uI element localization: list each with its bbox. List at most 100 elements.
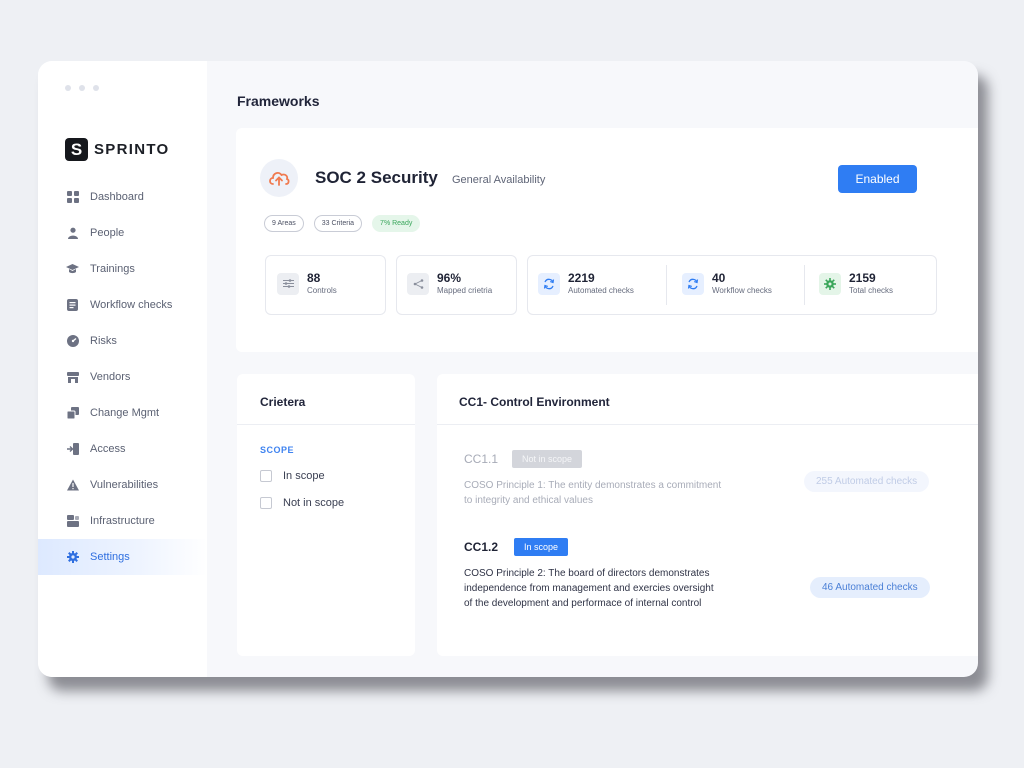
sidebar-item-vendors[interactable]: Vendors (38, 359, 207, 395)
server-icon (66, 515, 79, 528)
window-controls (65, 85, 99, 91)
logo-text: SPRINTO (94, 141, 170, 158)
sidebar-item-label: Infrastructure (90, 515, 155, 527)
framework-card: SOC 2 Security General Availability Enab… (236, 128, 978, 352)
stat-label: Mapped crietria (437, 286, 493, 295)
divider (237, 424, 415, 425)
in-scope-checkbox[interactable] (260, 470, 272, 482)
automated-checks-chip[interactable]: 46 Automated checks (810, 577, 930, 598)
sidebar-item-label: Settings (90, 551, 130, 563)
stat-value: 88 (307, 271, 321, 285)
stat-value: 96% (437, 271, 462, 285)
sidebar: S SPRINTO Dashboard People Trainings Wor… (38, 61, 207, 677)
framework-status: General Availability (452, 174, 546, 186)
criteria-pill: 33 Criteria (313, 215, 363, 232)
checkbox-label: Not in scope (283, 497, 345, 509)
description-line: of the development and performace of int… (464, 598, 702, 609)
logo-mark: S (65, 138, 88, 161)
stat-label: Automated checks (568, 286, 634, 295)
checkbox-label: In scope (283, 470, 325, 482)
enabled-button[interactable]: Enabled (838, 165, 917, 193)
control-environment-card: CC1- Control Environment CC1.1 Not in sc… (437, 374, 978, 656)
stat-mapped-criteria: 96% Mapped crietria (407, 271, 492, 296)
window-dot-icon[interactable] (79, 85, 85, 91)
framework-name: SOC 2 Security (315, 168, 438, 187)
stat-value: 40 (712, 271, 726, 285)
sync-icon (682, 272, 704, 295)
criteria-card: Crietera SCOPE In scope Not in scope (237, 374, 415, 656)
gauge-icon (66, 335, 79, 348)
stat-label: Controls (307, 286, 337, 295)
window-dot-icon[interactable] (93, 85, 99, 91)
description-line: independence from management and exercie… (464, 583, 714, 594)
stat-total-checks[interactable]: 2159 Total checks (819, 271, 893, 296)
control-description: COSO Principle 1: The entity demonstrate… (464, 478, 774, 508)
sidebar-item-label: Trainings (90, 263, 135, 275)
store-icon (66, 371, 79, 384)
sidebar-item-label: Vendors (90, 371, 131, 383)
stat-controls: 88 Controls (277, 271, 337, 296)
share-icon (407, 272, 429, 295)
stat-value: 2219 (568, 271, 595, 285)
sidebar-item-label: Workflow checks (90, 299, 173, 311)
warning-icon (66, 479, 79, 492)
areas-pill: 9 Areas (264, 215, 304, 232)
graduation-cap-icon (66, 263, 79, 276)
scope-label: SCOPE (260, 445, 295, 455)
sidebar-item-dashboard[interactable]: Dashboard (38, 179, 207, 215)
in-scope-filter[interactable]: In scope (260, 470, 325, 482)
cloud-upload-icon (260, 159, 298, 197)
sidebar-item-change-mgmt[interactable]: Change Mgmt (38, 395, 207, 431)
sidebar-item-label: Change Mgmt (90, 407, 160, 419)
sync-icon (538, 272, 560, 295)
criteria-title: Crietera (260, 395, 306, 409)
control-title: CC1- Control Environment (459, 395, 610, 409)
divider (437, 424, 978, 425)
divider (666, 265, 667, 305)
sliders-icon (277, 272, 299, 295)
gear-icon (66, 551, 79, 564)
sidebar-item-trainings[interactable]: Trainings (38, 251, 207, 287)
sidebar-nav: Dashboard People Trainings Workflow chec… (38, 179, 207, 575)
sidebar-item-vulnerabilities[interactable]: Vulnerabilities (38, 467, 207, 503)
description-line: to integrity and ethical values (464, 495, 593, 506)
app-window: S SPRINTO Dashboard People Trainings Wor… (38, 61, 978, 677)
page-title: Frameworks (237, 93, 320, 109)
stat-label: Total checks (849, 286, 894, 295)
sidebar-item-people[interactable]: People (38, 215, 207, 251)
sidebar-item-label: Risks (90, 335, 117, 347)
stat-workflow-checks[interactable]: 40 Workflow checks (682, 271, 772, 296)
in-scope-badge: In scope (514, 538, 569, 556)
not-in-scope-badge: Not in scope (512, 450, 583, 468)
description-line: COSO Principle 2: The board of directors… (464, 568, 710, 579)
description-line: COSO Principle 1: The entity demonstrate… (464, 480, 722, 491)
sidebar-item-access[interactable]: Access (38, 431, 207, 467)
dashboard-icon (66, 191, 79, 204)
stat-value: 2159 (849, 271, 876, 285)
framework-pills: 9 Areas 33 Criteria 7% Ready (264, 215, 421, 232)
document-icon (66, 299, 79, 312)
gear-icon (819, 272, 841, 295)
sidebar-item-label: Dashboard (90, 191, 144, 203)
logo[interactable]: S SPRINTO (65, 138, 170, 161)
login-icon (66, 443, 79, 456)
control-description: COSO Principle 2: The board of directors… (464, 566, 794, 611)
sidebar-item-settings[interactable]: Settings (38, 539, 207, 575)
control-code: CC1.2 (464, 540, 499, 554)
copy-icon (66, 407, 79, 420)
automated-checks-chip[interactable]: 255 Automated checks (804, 471, 930, 492)
sidebar-item-workflow-checks[interactable]: Workflow checks (38, 287, 207, 323)
not-in-scope-checkbox[interactable] (260, 497, 272, 509)
stat-label: Workflow checks (712, 286, 772, 295)
stat-automated-checks[interactable]: 2219 Automated checks (538, 271, 634, 296)
control-code: CC1.1 (464, 452, 499, 466)
sidebar-item-infrastructure[interactable]: Infrastructure (38, 503, 207, 539)
sidebar-item-label: Vulnerabilities (90, 479, 159, 491)
sidebar-item-risks[interactable]: Risks (38, 323, 207, 359)
not-in-scope-filter[interactable]: Not in scope (260, 497, 344, 509)
person-icon (66, 227, 79, 240)
divider (804, 265, 805, 305)
sidebar-item-label: Access (90, 443, 126, 455)
sidebar-item-label: People (90, 227, 125, 239)
window-dot-icon[interactable] (65, 85, 71, 91)
